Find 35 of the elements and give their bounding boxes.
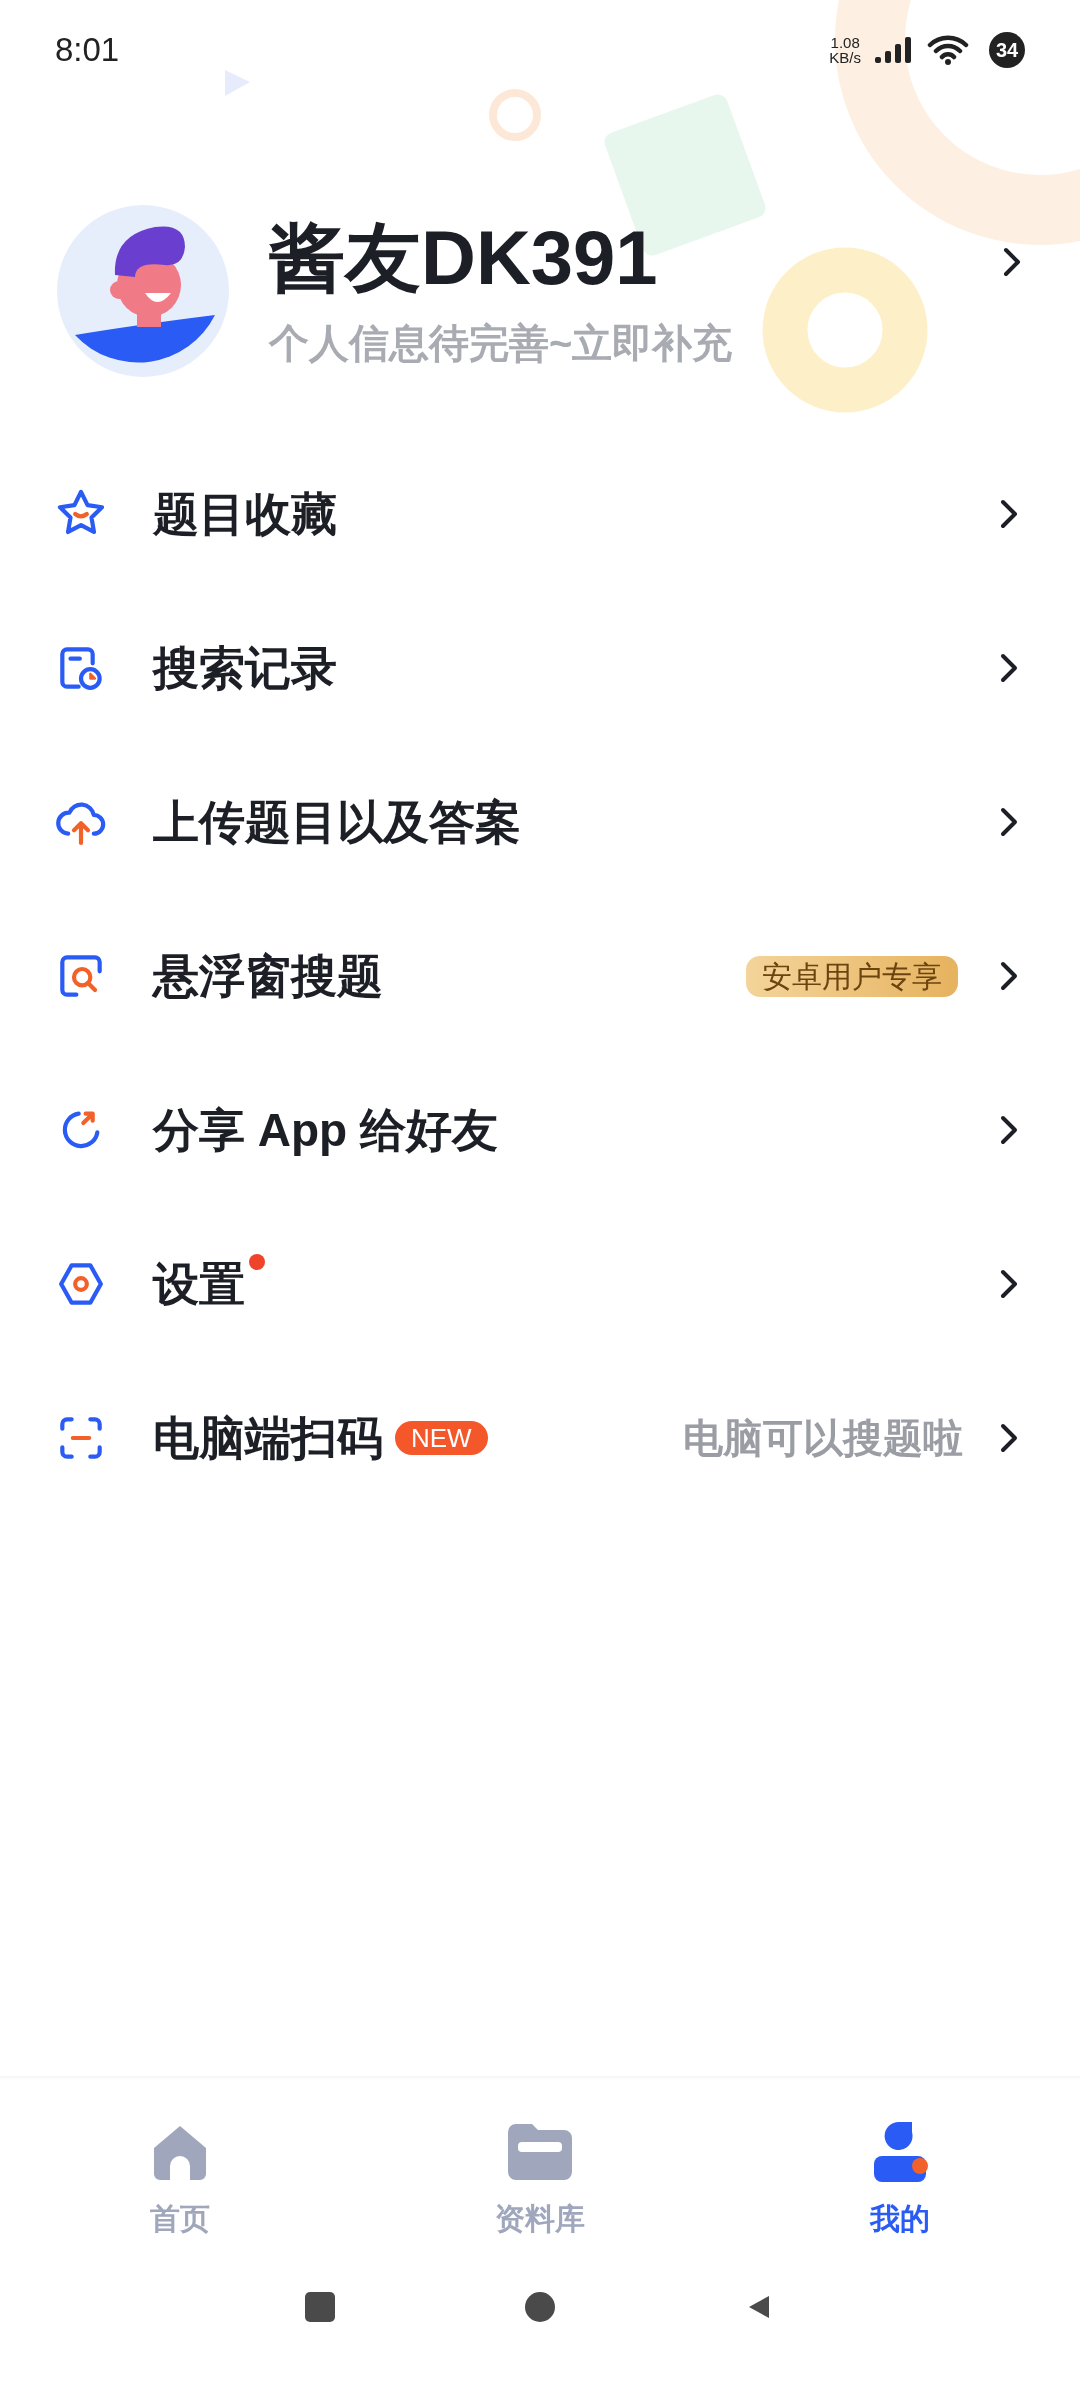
menu-label: 悬浮窗搜题 <box>153 948 383 1004</box>
user-name: 酱友DK391 <box>269 213 659 302</box>
recents-button[interactable] <box>305 2292 335 2322</box>
network-speed: 1.08 <box>830 35 860 50</box>
menu-label: 题目收藏 <box>153 486 337 542</box>
chevron-right-icon <box>998 1421 1020 1455</box>
home-button[interactable] <box>525 2292 555 2322</box>
status-time: 8:01 <box>55 30 120 71</box>
menu-item[interactable]: 分享 App 给好友 <box>0 1053 1080 1207</box>
exclusive-badge: 安卓用户专享 <box>746 955 958 997</box>
chevron-right-icon <box>998 959 1020 993</box>
network-speed-unit: KB/s <box>829 50 861 65</box>
menu-item[interactable]: 上传题目以及答案 <box>0 745 1080 899</box>
battery-level: 34 <box>989 32 1025 68</box>
menu-item[interactable]: 电脑端扫码 NEW 电脑可以搜题啦 <box>0 1361 1080 1515</box>
menu-item[interactable]: 悬浮窗搜题 安卓用户专享 <box>0 899 1080 1053</box>
chevron-right-icon <box>1001 245 1023 279</box>
chevron-right-icon <box>998 497 1020 531</box>
menu-label: 搜索记录 <box>153 640 337 696</box>
menu-item[interactable]: 设置 <box>0 1207 1080 1361</box>
menu-label: 上传题目以及答案 <box>153 794 521 850</box>
menu-label: 电脑端扫码 <box>153 1410 383 1466</box>
menu-item[interactable]: 题目收藏 <box>0 437 1080 591</box>
chevron-right-icon <box>998 1113 1020 1147</box>
chevron-right-icon <box>998 1267 1020 1301</box>
chevron-right-icon <box>998 651 1020 685</box>
new-badge: NEW <box>395 1420 488 1455</box>
menu-hint: 电脑可以搜题啦 <box>683 1415 963 1462</box>
chevron-right-icon <box>998 805 1020 839</box>
menu-label: 分享 App 给好友 <box>153 1102 498 1158</box>
menu-label: 设置 <box>153 1256 245 1312</box>
wifi-icon <box>927 34 969 66</box>
menu-item[interactable]: 搜索记录 <box>0 591 1080 745</box>
profile-hint: 个人信息待完善~立即补充 <box>269 319 734 367</box>
nav-tab[interactable]: 我的 <box>720 2119 1080 2241</box>
